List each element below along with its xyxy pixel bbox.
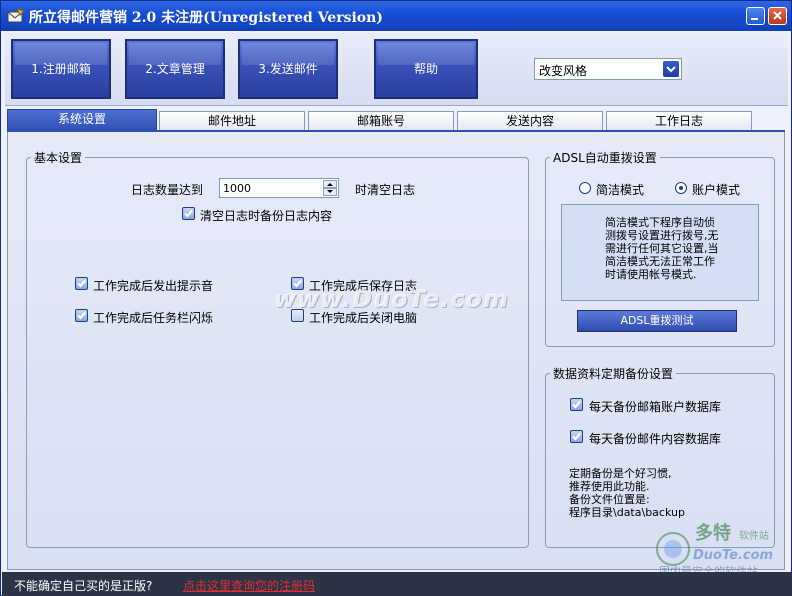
site-logo-watermark: 多特 软件站 DuoTe.com 国内最安全的软件站 (656, 522, 773, 578)
tab-bar: 系统设置 邮件地址 邮箱账号 发送内容 工作日志 (7, 109, 787, 131)
backup-on-clear-checkbox[interactable] (182, 207, 195, 220)
log-limit-suffix: 时清空日志 (355, 183, 416, 197)
notify-sound-checkbox[interactable] (75, 277, 88, 290)
register-mailbox-button[interactable]: 1.注册邮箱 (11, 39, 111, 99)
notify-sound-label: 工作完成后发出提示音 (93, 279, 214, 293)
backup-legend: 数据资料定期备份设置 (553, 367, 674, 381)
close-button[interactable] (768, 7, 787, 25)
backup-note-line: 程序目录\data\backup (569, 506, 685, 519)
title-bar[interactable]: 所立得邮件营销 2.0 未注册(Unregistered Version) (1, 1, 791, 31)
account-mode-label: 账户模式 (692, 183, 741, 197)
minimize-button[interactable] (746, 7, 765, 25)
tab-send-content[interactable]: 发送内容 (457, 111, 603, 131)
taskbar-flash-label: 工作完成后任务栏闪烁 (93, 311, 214, 325)
toolbar: 1.注册邮箱 2.文章管理 3.发送邮件 帮助 改变风格 (5, 33, 788, 106)
tab-mail-account[interactable]: 邮箱账号 (308, 111, 454, 131)
check-icon (77, 311, 86, 320)
spin-up-button[interactable] (323, 180, 337, 188)
check-icon (184, 209, 193, 218)
svg-text:软件站: 软件站 (739, 529, 769, 542)
minimize-icon (751, 18, 758, 20)
check-icon (77, 279, 86, 288)
basic-settings-legend: 基本设置 (34, 151, 83, 165)
arrow-up-icon (327, 183, 333, 186)
log-limit-spinner[interactable] (323, 180, 337, 196)
backup-account-db-label: 每天备份邮箱账户数据库 (589, 400, 722, 414)
window-title: 所立得邮件营销 2.0 未注册(Unregistered Version) (29, 10, 383, 26)
backup-note-line: 定期备份是个好习惯, (569, 467, 672, 480)
app-mail-icon (7, 8, 25, 23)
style-select[interactable]: 改变风格 (534, 58, 682, 80)
watermark-text: www.DuoTe.com (274, 285, 509, 313)
svg-text:DuoTe.com: DuoTe.com (693, 548, 773, 563)
check-icon (572, 432, 581, 441)
backup-note: 定期备份是个好习惯, 推荐使用此功能. 备份文件位置是: 程序目录\data\b… (569, 467, 749, 519)
spin-down-button[interactable] (323, 188, 337, 196)
check-registration-link[interactable]: 点击这里查询您的注册码 (183, 577, 315, 594)
log-limit-value: 1000 (223, 182, 251, 195)
tab-mail-address[interactable]: 邮件地址 (159, 111, 305, 131)
svg-text:多特: 多特 (695, 522, 731, 544)
simple-mode-radio[interactable] (579, 182, 591, 194)
style-select-value: 改变风格 (539, 64, 588, 78)
backup-account-db-checkbox[interactable] (570, 398, 583, 411)
backup-note-line: 推荐使用此功能. (569, 480, 650, 493)
app-window: 所立得邮件营销 2.0 未注册(Unregistered Version) 1.… (0, 0, 792, 596)
article-manage-button[interactable]: 2.文章管理 (125, 39, 225, 99)
adsl-legend: ADSL自动重拨设置 (553, 151, 657, 165)
adsl-info-text: 简洁模式下程序自动侦测拨号设置进行拨号,无需进行任何其它设置,当简洁模式无法正常… (605, 216, 719, 281)
tab-system-settings[interactable]: 系统设置 (7, 109, 157, 131)
log-limit-label: 日志数量达到 (131, 183, 204, 197)
status-question: 不能确定自己买的是正版? (14, 579, 153, 593)
adsl-info-box: 简洁模式下程序自动侦测拨号设置进行拨号,无需进行任何其它设置,当简洁模式无法正常… (561, 204, 759, 301)
backup-note-line: 备份文件位置是: (569, 493, 650, 506)
adsl-test-button[interactable]: ADSL重拨测试 (577, 310, 737, 332)
account-mode-radio[interactable] (675, 182, 687, 194)
backup-content-db-checkbox[interactable] (570, 430, 583, 443)
close-icon (773, 11, 782, 20)
check-icon (572, 400, 581, 409)
arrow-down-icon (327, 190, 333, 193)
backup-on-clear-label: 清空日志时备份日志内容 (200, 209, 333, 223)
simple-mode-label: 简洁模式 (596, 183, 645, 197)
chevron-down-icon (666, 66, 676, 73)
backup-content-db-label: 每天备份邮件内容数据库 (589, 432, 722, 446)
tab-work-log[interactable]: 工作日志 (606, 111, 752, 131)
dropdown-arrow[interactable] (663, 61, 679, 77)
help-button[interactable]: 帮助 (374, 39, 478, 99)
taskbar-flash-checkbox[interactable] (75, 309, 88, 322)
log-limit-input[interactable]: 1000 (219, 178, 339, 198)
send-mail-button[interactable]: 3.发送邮件 (238, 39, 338, 99)
status-bar: 不能确定自己买的是正版? 点击这里查询您的注册码 (2, 572, 792, 596)
